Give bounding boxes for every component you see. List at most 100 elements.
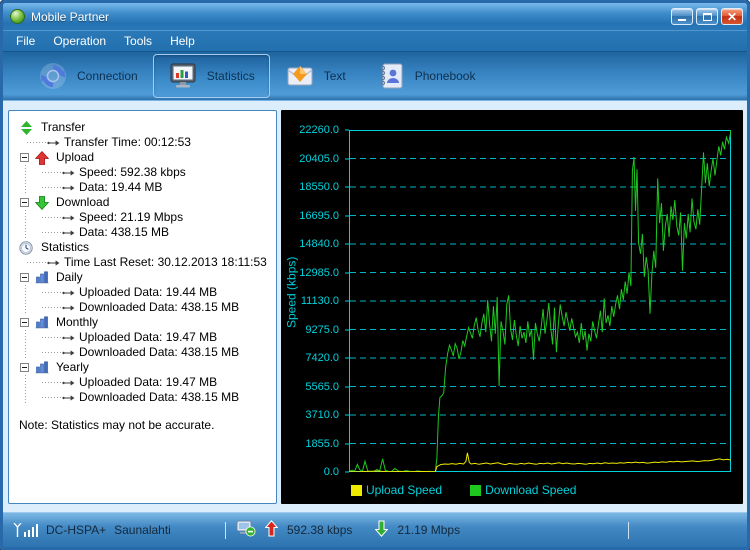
plot-area — [349, 130, 731, 472]
toolbar-item-phonebook[interactable]: Phonebook — [361, 54, 491, 98]
tree-item-downloaded-data[interactable]: Downloaded Data: 438.15 MB — [9, 300, 276, 315]
y-tick-label: 0.0 — [323, 466, 339, 478]
tree-item-label: Upload — [56, 150, 95, 164]
tree-connector — [27, 142, 47, 143]
y-tick-label: 9275.0 — [305, 323, 339, 336]
y-tick-label: 1855.0 — [305, 437, 339, 450]
tree-guide — [25, 225, 26, 240]
tree-item-speed[interactable]: Speed: 592.38 kbps — [9, 165, 276, 180]
tree-item-transfer[interactable]: Transfer — [9, 120, 276, 135]
status-separator — [225, 521, 226, 539]
tree-guide — [25, 330, 26, 345]
legend-label: Upload Speed — [366, 483, 443, 497]
statistics-note: Note: Statistics may not be accurate. — [19, 418, 215, 432]
tree-item-download[interactable]: Download — [9, 195, 276, 210]
tree-item-label: Data: 438.15 MB — [79, 225, 170, 239]
menu-item-tools[interactable]: Tools — [115, 34, 161, 48]
tree-item-yearly[interactable]: Yearly — [9, 360, 276, 375]
maximize-button[interactable] — [696, 8, 718, 25]
leaf-arrow-icon — [62, 184, 75, 192]
leaf-arrow-icon — [62, 379, 75, 387]
tree-item-uploaded-data[interactable]: Uploaded Data: 19.47 MB — [9, 330, 276, 345]
toolbar-label-connection: Connection — [77, 69, 138, 83]
close-icon: ✕ — [726, 9, 738, 24]
menu-item-operation[interactable]: Operation — [44, 34, 115, 48]
legend-label: Download Speed — [485, 483, 577, 497]
tree-item-downloaded-data[interactable]: Downloaded Data: 438.15 MB — [9, 390, 276, 405]
toolbar-item-text[interactable]: Text — [270, 54, 361, 98]
tree-item-label: Transfer Time: 00:12:53 — [64, 135, 191, 149]
leaf-arrow-icon — [62, 349, 75, 357]
menu-bar: File Operation Tools Help — [3, 30, 747, 51]
tree-expander[interactable] — [20, 318, 29, 327]
tree-guide — [25, 210, 26, 225]
y-tick-label: 12985.0 — [299, 266, 339, 279]
tree-connector — [42, 172, 62, 173]
tree-connector — [27, 262, 47, 263]
tree-item-monthly[interactable]: Monthly — [9, 315, 276, 330]
chart-icon — [34, 271, 50, 285]
y-tick-label: 3710.0 — [305, 409, 339, 421]
speed-chart-panel: Speed (kbps) 0.0 1855.0 3710.0 5565.0 7420.0… — [281, 110, 743, 504]
y-tick-label: 20405.0 — [299, 152, 339, 165]
tree-item-transfer-time[interactable]: Transfer Time: 00:12:53 — [9, 135, 276, 150]
transfer-icon — [18, 120, 34, 135]
tree-item-label: Download — [56, 195, 110, 209]
toolbar-item-connection[interactable]: Connection — [23, 54, 153, 98]
tree-guide — [25, 375, 26, 390]
tree-item-data[interactable]: Data: 438.15 MB — [9, 225, 276, 240]
tree-item-label: Data: 19.44 MB — [79, 180, 163, 194]
app-icon — [10, 9, 25, 24]
minimize-icon — [678, 19, 686, 21]
tree-item-upload[interactable]: Upload — [9, 150, 276, 165]
connection-icon — [38, 61, 68, 91]
menu-item-help[interactable]: Help — [161, 34, 204, 48]
menu-item-file[interactable]: File — [7, 34, 44, 48]
download-icon — [34, 195, 50, 210]
legend-item-upload-speed: Upload Speed — [351, 483, 442, 497]
tree-item-uploaded-data[interactable]: Uploaded Data: 19.44 MB — [9, 285, 276, 300]
upload-arrow-icon — [264, 520, 279, 540]
toolbar: Connection Statistics Text Phonebook — [3, 51, 747, 101]
tree-expander[interactable] — [20, 363, 29, 372]
tree-item-label: Downloaded Data: 438.15 MB — [79, 300, 240, 314]
tree-expander[interactable] — [20, 198, 29, 207]
mobile-partner-window: Mobile Partner ✕ File Operation Tools He… — [0, 0, 750, 550]
leaf-arrow-icon — [62, 289, 75, 297]
tree-item-downloaded-data[interactable]: Downloaded Data: 438.15 MB — [9, 345, 276, 360]
tree-item-label: Uploaded Data: 19.44 MB — [79, 285, 218, 299]
tree-guide — [25, 165, 26, 180]
download-speed-value: 21.19 Mbps — [397, 523, 461, 537]
tree-expander[interactable] — [20, 153, 29, 162]
tree-expander[interactable] — [20, 273, 29, 282]
status-separator-right — [628, 521, 629, 539]
legend-swatch — [470, 484, 482, 496]
tree-item-statistics[interactable]: Statistics — [9, 240, 276, 255]
tree-item-time-last-reset[interactable]: Time Last Reset: 30.12.2013 18:11:53 — [9, 255, 276, 270]
tree-item-speed[interactable]: Speed: 21.19 Mbps — [9, 210, 276, 225]
upload-speed-line — [349, 452, 731, 472]
leaf-arrow-icon — [62, 214, 75, 222]
toolbar-label-text: Text — [323, 69, 346, 83]
y-tick-label: 11130.0 — [300, 295, 339, 307]
leaf-arrow-icon — [62, 304, 75, 312]
tree-item-daily[interactable]: Daily — [9, 270, 276, 285]
close-button[interactable]: ✕ — [721, 8, 743, 25]
tree-item-label: Statistics — [41, 240, 90, 254]
chart-legend: Upload Speed Download Speed — [351, 483, 576, 497]
operator-name: Saunalahti — [114, 523, 171, 537]
toolbar-item-statistics[interactable]: Statistics — [152, 54, 270, 98]
upload-icon — [34, 150, 50, 165]
tree-item-data[interactable]: Data: 19.44 MB — [9, 180, 276, 195]
tree-connector — [42, 232, 62, 233]
status-bar: DC-HSPA+ Saunalahti 592.38 kbps 21.19 Mb… — [3, 512, 747, 547]
window-title: Mobile Partner — [31, 9, 110, 24]
y-tick-label: 16695.0 — [299, 209, 339, 222]
tree-guide — [25, 300, 26, 315]
statistics-tree-panel: Transfer Transfer Time: 00:12:53 Upload Spe… — [8, 110, 277, 504]
connection-status-icon — [236, 520, 256, 540]
minimize-button[interactable] — [671, 8, 693, 25]
phonebook-icon — [376, 61, 406, 91]
maximize-icon — [702, 12, 712, 21]
tree-item-uploaded-data[interactable]: Uploaded Data: 19.47 MB — [9, 375, 276, 390]
